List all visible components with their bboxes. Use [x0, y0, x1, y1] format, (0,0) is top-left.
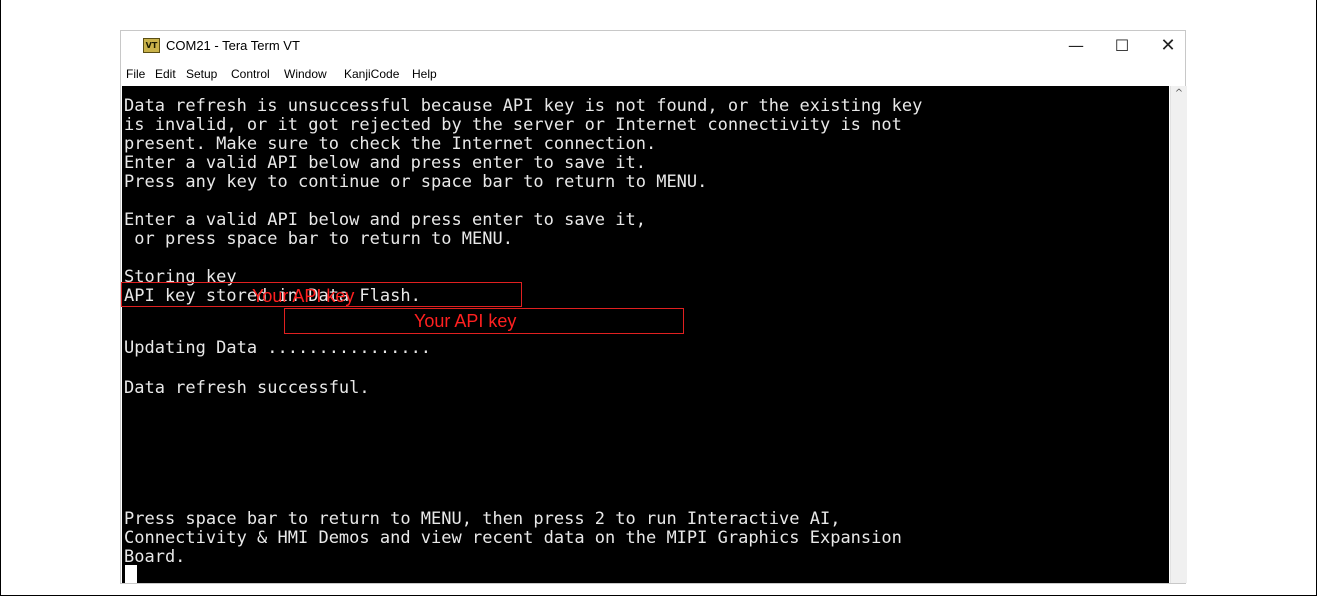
- menu-edit[interactable]: Edit: [155, 67, 176, 81]
- menu-file[interactable]: File: [126, 67, 145, 81]
- api-key-input-annotation: Your API key: [252, 286, 355, 306]
- terminal-line: Enter a valid API below and press enter …: [124, 153, 646, 173]
- maximize-button[interactable]: ☐: [1099, 31, 1145, 63]
- menu-help[interactable]: Help: [412, 67, 437, 81]
- terminal-line: Data refresh is unsuccessful because API…: [124, 96, 923, 116]
- terminal-line: Updating Data ................: [124, 338, 432, 358]
- terminal-line: Enter a valid API below and press enter …: [124, 210, 646, 230]
- minimize-button[interactable]: —: [1053, 31, 1099, 63]
- scroll-up-arrow-icon[interactable]: ^: [1171, 87, 1187, 101]
- terminal-output[interactable]: Data refresh is unsuccessful because API…: [122, 86, 1169, 583]
- terminal-line: Press any key to continue or space bar t…: [124, 172, 708, 192]
- terminal-line: Data refresh successful.: [124, 378, 370, 398]
- window-title: COM21 - Tera Term VT: [166, 38, 300, 53]
- tera-term-app-icon[interactable]: VT: [143, 38, 160, 53]
- terminal-line: or press space bar to return to MENU.: [124, 229, 513, 249]
- terminal-line: present. Make sure to check the Internet…: [124, 134, 657, 154]
- title-bar[interactable]: VT COM21 - Tera Term VT — ☐ ✕: [121, 31, 1185, 63]
- menu-window[interactable]: Window: [284, 67, 327, 81]
- close-button[interactable]: ✕: [1145, 31, 1191, 63]
- menu-bar: File Edit Setup Control Window KanjiCode…: [121, 63, 1185, 85]
- terminal-line: Board.: [124, 547, 186, 567]
- terminal-line: Press space bar to return to MENU, then …: [124, 509, 841, 529]
- api-key-stored-annotation: Your API key: [414, 311, 517, 331]
- terminal-line: Connectivity & HMI Demos and view recent…: [124, 528, 902, 548]
- menu-control[interactable]: Control: [231, 67, 270, 81]
- menu-kanjicode[interactable]: KanjiCode: [344, 67, 399, 81]
- menu-setup[interactable]: Setup: [186, 67, 217, 81]
- vertical-scrollbar[interactable]: ^: [1170, 86, 1187, 583]
- terminal-cursor: [125, 565, 137, 583]
- tera-term-window: VT COM21 - Tera Term VT — ☐ ✕ File Edit …: [120, 30, 1187, 584]
- terminal-line: is invalid, or it got rejected by the se…: [124, 115, 902, 135]
